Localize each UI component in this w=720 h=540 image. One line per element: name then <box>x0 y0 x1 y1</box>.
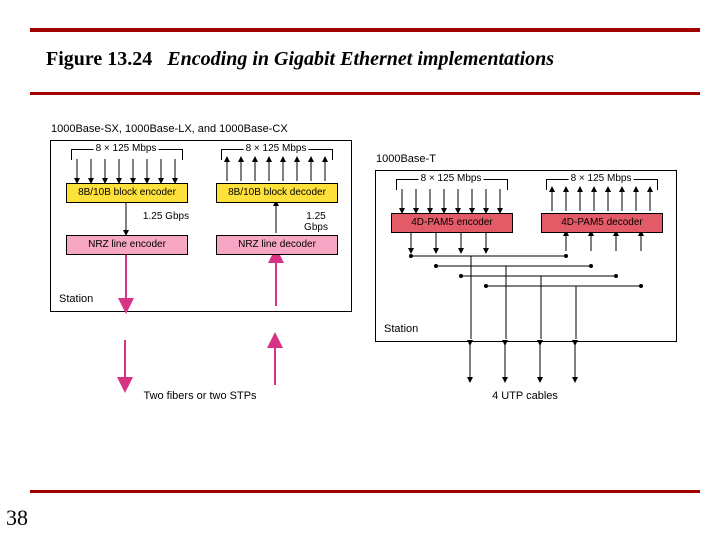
diagram-stage: 1000Base-SX, 1000Base-LX, and 1000Base-C… <box>50 140 675 430</box>
page-number: 38 <box>6 505 28 531</box>
left-panel-title: 1000Base-SX, 1000Base-LX, and 1000Base-C… <box>51 123 288 135</box>
line-decoder: NRZ line decoder <box>216 235 338 255</box>
right-panel: 1000Base-T 8 × 125 Mbps 8 × 125 Mbps <box>375 170 677 342</box>
left-cables-label: Two fibers or two STPs <box>143 390 256 402</box>
left-panel: 1000Base-SX, 1000Base-LX, and 1000Base-C… <box>50 140 352 312</box>
station-label-left: Station <box>59 293 93 305</box>
block-encoder: 8B/10B block encoder <box>66 183 188 203</box>
figure-number: Figure 13.24 <box>46 48 152 70</box>
rule-bottom <box>30 490 700 493</box>
rule-top <box>30 28 700 32</box>
right-arrows <box>376 171 676 341</box>
pam5-encoder: 4D-PAM5 encoder <box>391 213 513 233</box>
mid-rate-right: 1.25 Gbps <box>299 211 334 233</box>
right-panel-title: 1000Base-T <box>376 153 436 165</box>
pam5-decoder: 4D-PAM5 decoder <box>541 213 663 233</box>
mid-rate-left: 1.25 Gbps <box>143 211 189 222</box>
block-decoder: 8B/10B block decoder <box>216 183 338 203</box>
rule-mid <box>30 92 700 95</box>
right-cables-label: 4 UTP cables <box>492 390 558 402</box>
figure-caption: Encoding in Gigabit Ethernet implementat… <box>167 48 554 70</box>
figure-title: Figure 13.24 Encoding in Gigabit Etherne… <box>46 48 554 71</box>
station-label-right: Station <box>384 323 418 335</box>
line-encoder: NRZ line encoder <box>66 235 188 255</box>
